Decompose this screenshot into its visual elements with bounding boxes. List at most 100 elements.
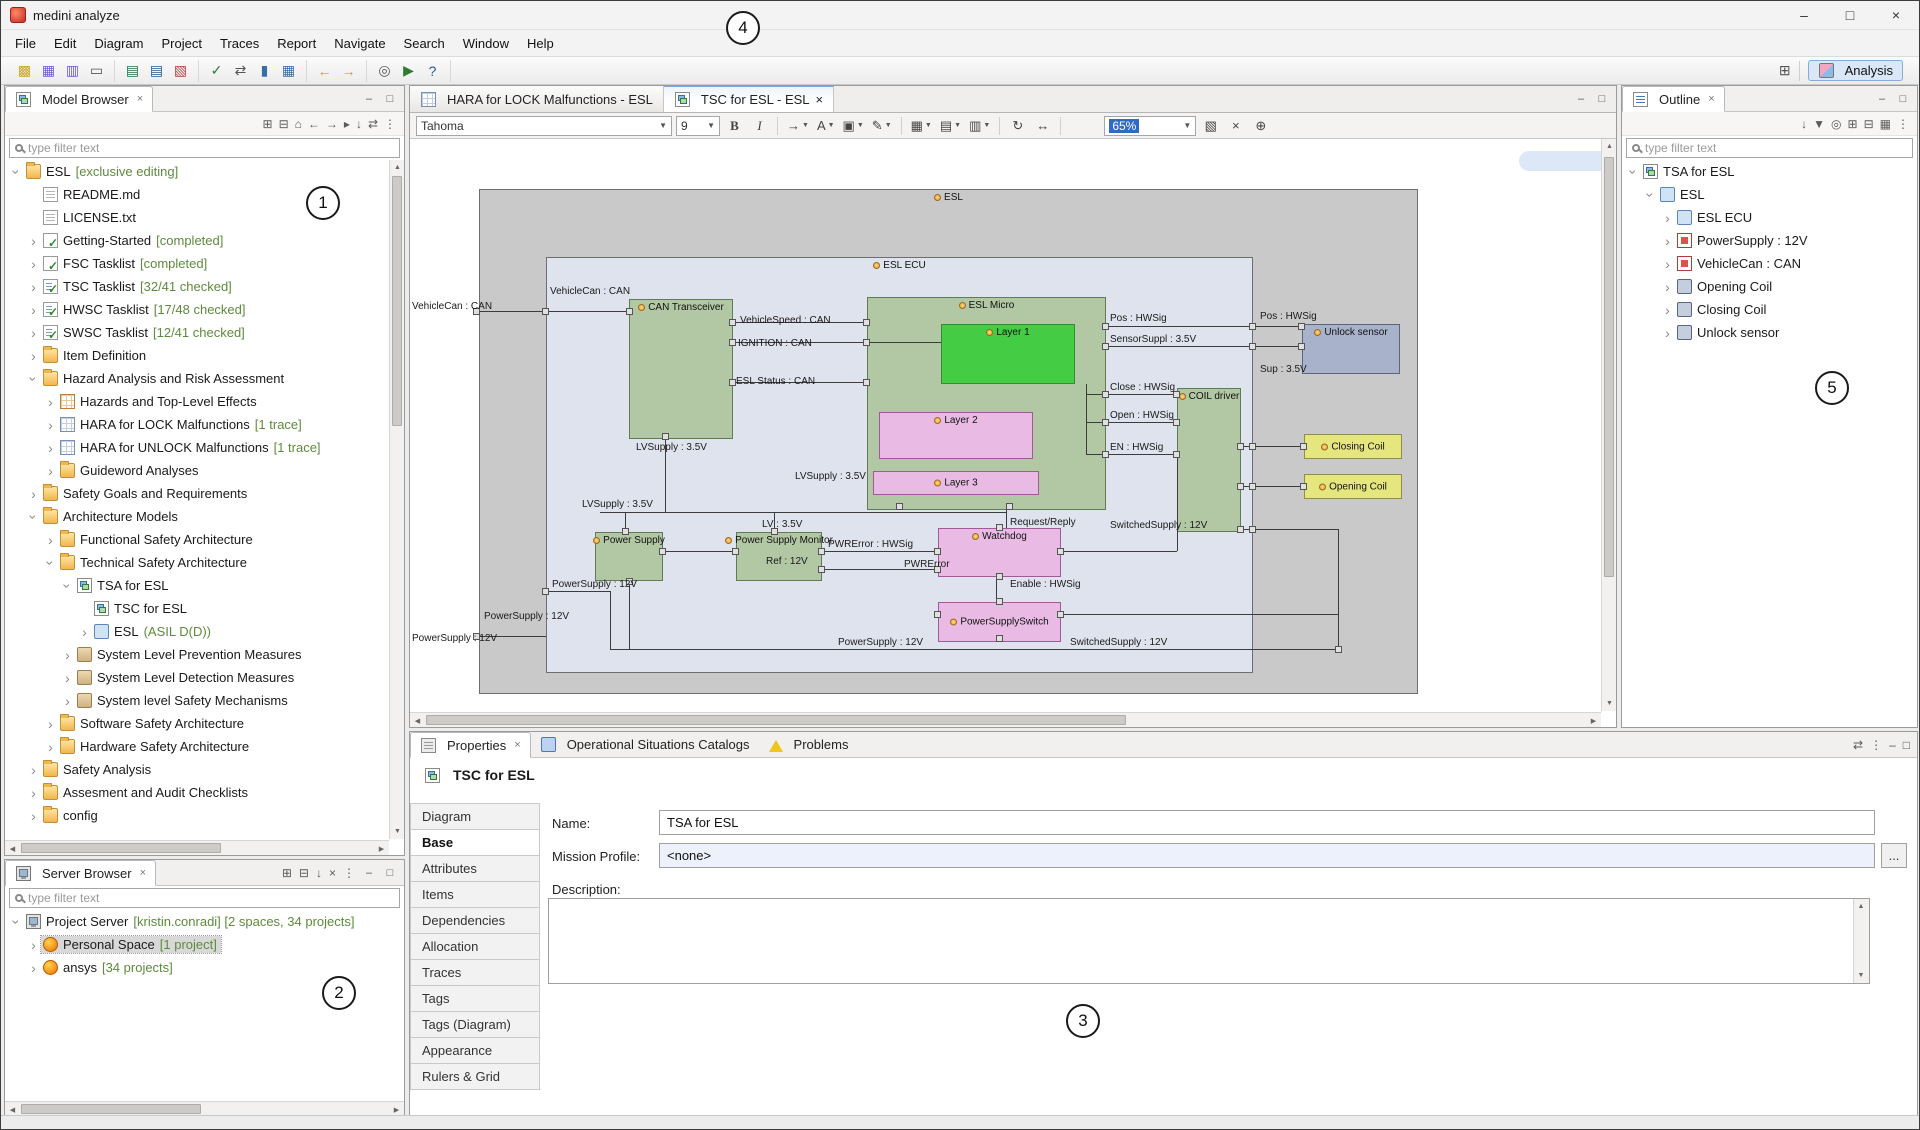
model-item-safety-goals-and-requirements[interactable]: ›Safety Goals and Requirements [5, 482, 389, 505]
add-element-icon[interactable]: ⊞ [263, 117, 273, 131]
metrics-icon[interactable]: ▮ [254, 60, 275, 81]
diagram-canvas[interactable]: ESLESL ECUCAN TransceiverESL MicroLayer … [410, 139, 1601, 711]
layout-icon[interactable]: ▦ [1880, 117, 1891, 131]
sort-icon[interactable]: ↓ [1801, 117, 1807, 131]
port-icon[interactable] [1300, 443, 1307, 450]
model-item-functional-safety-architecture[interactable]: ›Functional Safety Architecture [5, 528, 389, 551]
search-icon[interactable]: ◎ [374, 60, 395, 81]
node-power-supply[interactable]: Power Supply [595, 532, 663, 581]
perspective-analysis-button[interactable]: Analysis [1808, 60, 1903, 81]
expander-icon[interactable]: › [26, 808, 41, 824]
expander-icon[interactable]: › [60, 647, 75, 663]
scroll-right-icon[interactable]: ▶ [374, 841, 389, 856]
expander-icon[interactable]: › [1660, 302, 1675, 318]
expander-icon[interactable]: › [26, 302, 41, 318]
port-icon[interactable] [1249, 343, 1256, 350]
model-item-fsc-tasklist[interactable]: ›FSC Tasklist[completed] [5, 252, 389, 275]
scroll-up-icon[interactable]: ▲ [1853, 899, 1869, 914]
port-icon[interactable] [1173, 451, 1180, 458]
minimize-view-icon[interactable]: – [362, 867, 376, 879]
model-item-config[interactable]: ›config [5, 804, 389, 827]
scroll-up-icon[interactable]: ▲ [390, 160, 405, 175]
node-layer-2[interactable]: Layer 2 [879, 412, 1033, 459]
zoom-select[interactable]: 65% ▼ [1104, 116, 1196, 136]
run-icon[interactable]: ▶ [398, 60, 419, 81]
model-item-tsc-for-esl[interactable]: TSC for ESL [5, 597, 389, 620]
home-icon[interactable]: ⌂ [295, 117, 302, 131]
expander-icon[interactable]: › [1660, 256, 1675, 272]
scroll-down-icon[interactable]: ▼ [1853, 968, 1869, 983]
expander-icon[interactable]: › [60, 670, 75, 686]
italic-button[interactable]: I [749, 116, 770, 136]
port-icon[interactable] [1057, 611, 1064, 618]
side-tab-tags-diagram[interactable]: Tags (Diagram) [410, 1011, 540, 1038]
expander-icon[interactable]: › [60, 578, 76, 593]
port-icon[interactable] [863, 319, 870, 326]
model-item-safety-analysis[interactable]: ›Safety Analysis [5, 758, 389, 781]
model-item-item-definition[interactable]: ›Item Definition [5, 344, 389, 367]
node-can-transceiver[interactable]: CAN Transceiver [629, 299, 733, 439]
sort-icon[interactable]: ↓ [356, 117, 362, 131]
expander-icon[interactable]: › [9, 164, 25, 179]
scrollbar-thumb[interactable] [1604, 157, 1614, 577]
minimize-view-icon[interactable]: – [1574, 93, 1588, 105]
font-select[interactable]: Tahoma ▼ [416, 116, 672, 136]
maximize-button[interactable]: □ [1827, 1, 1873, 29]
port-icon[interactable] [996, 524, 1003, 531]
maximize-view-icon[interactable]: □ [1595, 93, 1609, 105]
menu-edit[interactable]: Edit [45, 32, 85, 55]
node-closing-coil[interactable]: Closing Coil [1304, 434, 1402, 459]
port-icon[interactable] [896, 503, 903, 510]
scroll-left-icon[interactable]: ◀ [5, 841, 20, 856]
tab-outline[interactable]: Outline × [1622, 86, 1725, 112]
link-with-editor-icon[interactable]: ⇄ [1853, 738, 1863, 752]
expander-icon[interactable]: › [9, 914, 25, 929]
close-tab-icon[interactable]: × [816, 92, 824, 107]
side-tab-diagram[interactable]: Diagram [410, 803, 540, 830]
expander-icon[interactable]: › [1643, 187, 1659, 202]
menu-window[interactable]: Window [454, 32, 518, 55]
port-icon[interactable] [659, 548, 666, 555]
font-color-button[interactable]: A▼ [815, 116, 837, 136]
validate-icon[interactable]: ✓ [206, 60, 227, 81]
port-icon[interactable] [542, 308, 549, 315]
port-icon[interactable] [1102, 391, 1109, 398]
scrollbar-thumb[interactable] [21, 843, 221, 853]
outline-item-esl[interactable]: ›ESL [1622, 183, 1917, 206]
menu-file[interactable]: File [6, 32, 45, 55]
side-tab-dependencies[interactable]: Dependencies [410, 907, 540, 934]
side-tab-attributes[interactable]: Attributes [410, 855, 540, 882]
port-icon[interactable] [1173, 419, 1180, 426]
model-item-assesment-and-audit-checklists[interactable]: ›Assesment and Audit Checklists [5, 781, 389, 804]
outline-item-vehiclecan-can[interactable]: ›VehicleCan : CAN [1622, 252, 1917, 275]
collapse-all-icon[interactable]: ⊟ [279, 117, 289, 131]
mission-profile-field[interactable]: <none> [659, 843, 1875, 868]
minimize-view-icon[interactable]: – [362, 93, 376, 105]
save-all-icon[interactable]: ▥ [62, 60, 83, 81]
port-icon[interactable] [729, 319, 736, 326]
port-icon[interactable] [729, 379, 736, 386]
node-layer-3[interactable]: Layer 3 [873, 471, 1039, 495]
expander-icon[interactable]: › [43, 417, 58, 433]
menu-search[interactable]: Search [395, 32, 454, 55]
scroll-left-icon[interactable]: ◀ [410, 713, 425, 728]
description-textarea[interactable]: ▲ ▼ [548, 898, 1870, 984]
rotate-button[interactable]: ↻ [1007, 116, 1028, 136]
model-item-software-safety-architecture[interactable]: ›Software Safety Architecture [5, 712, 389, 735]
model-item-hwsc-tasklist[interactable]: ›HWSC Tasklist[17/48 checked] [5, 298, 389, 321]
outline-item-unlock-sensor[interactable]: ›Unlock sensor [1622, 321, 1917, 344]
expander-icon[interactable]: › [43, 463, 58, 479]
name-field[interactable] [659, 810, 1875, 835]
expander-icon[interactable]: › [26, 348, 41, 364]
model-item-tsc-tasklist[interactable]: ›TSC Tasklist[32/41 checked] [5, 275, 389, 298]
tab-problems[interactable]: Problems [759, 732, 858, 757]
server-item-personal-space[interactable]: ›Personal Space[1 project] [5, 933, 404, 956]
outline-filter-input[interactable] [1645, 141, 1907, 155]
traces-icon[interactable]: ⇄ [230, 60, 251, 81]
expander-icon[interactable]: › [26, 785, 41, 801]
side-tab-tags[interactable]: Tags [410, 985, 540, 1012]
minimize-view-icon[interactable]: – [1875, 93, 1889, 105]
model-item-guideword-analyses[interactable]: ›Guideword Analyses [5, 459, 389, 482]
port-icon[interactable] [1237, 526, 1244, 533]
tables-icon[interactable]: ▦ [278, 60, 299, 81]
